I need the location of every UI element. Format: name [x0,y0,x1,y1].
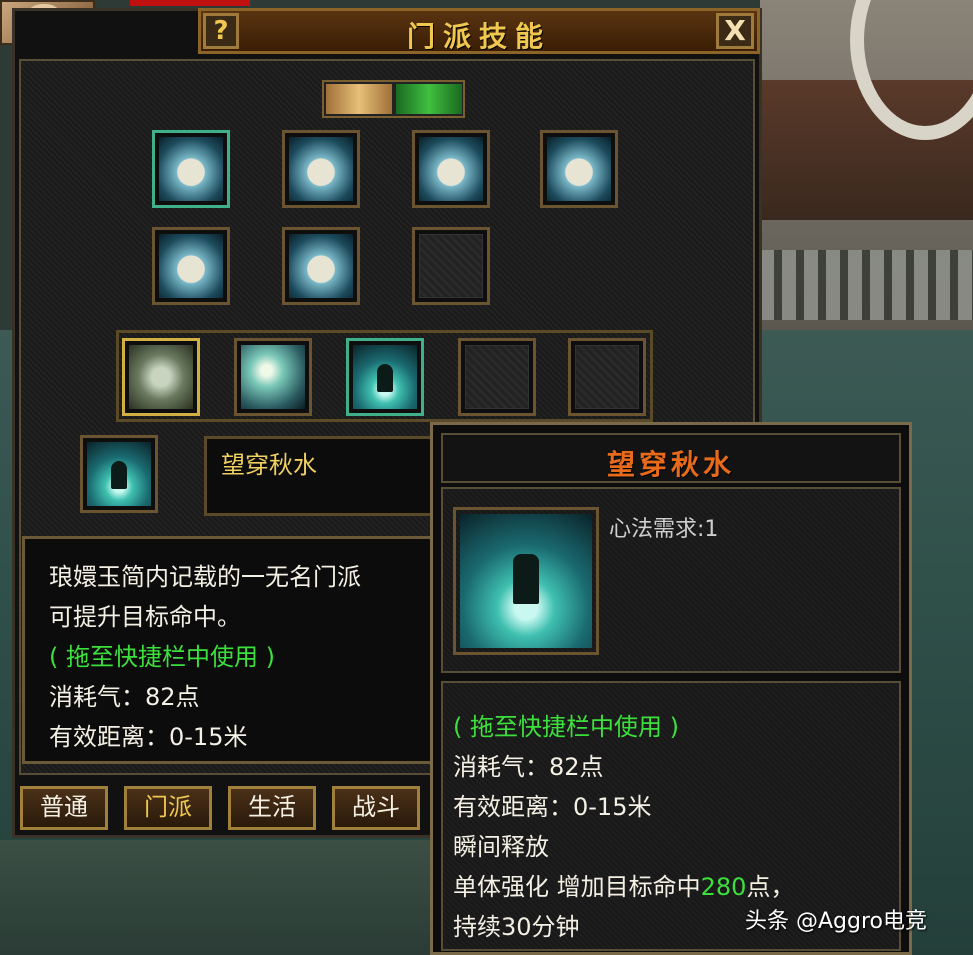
manual-icon [159,234,223,298]
tooltip-effect: 单体强化 增加目标命中280点， [453,867,794,902]
selected-skill-name: 望穿秋水 [221,451,317,479]
help-button[interactable]: ? [203,13,239,49]
book-slot-3[interactable] [412,130,490,208]
selected-skill-icon-slot[interactable] [80,435,158,513]
scroll-book-icon [419,137,483,201]
scripture-icon [289,137,353,201]
empty-slot-icon [419,234,483,298]
close-button[interactable]: X [716,13,754,49]
tooltip-cast: 瞬间释放 [453,833,549,861]
tooltip-range: 有效距离：0-15米 [453,793,652,821]
book-slot-5[interactable] [152,227,230,305]
meditation-skill-icon [87,442,151,506]
skill-slot-3[interactable] [346,338,424,416]
tooltip-header: 望穿秋水 [441,433,901,483]
meditation-skill-icon [460,514,592,648]
window-title: 门派技能 [406,20,551,53]
description-line-1: 琅嬛玉简内记载的一无名门派 [49,563,361,591]
skill-category-toggle[interactable] [322,80,465,118]
skill-slot-empty-1[interactable] [458,338,536,416]
empty-slot-icon [465,345,529,409]
staff-skill-icon [129,345,193,409]
tooltip-effect-prefix: 单体强化 增加目标命中 [453,873,701,901]
stacked-books-icon [289,234,353,298]
tooltip-requirement: 心法需求:1 [609,517,719,542]
open-book-icon [159,137,223,201]
book-slot-6[interactable] [282,227,360,305]
tab-life[interactable]: 生活 [228,786,316,830]
health-bar [130,0,250,6]
tooltip-effect-value: 280 [700,873,747,901]
shore-area [0,840,430,955]
description-cost: 消耗气：82点 [49,683,200,711]
skill-slot-1[interactable] [122,338,200,416]
skill-description-box: 琅嬛玉简内记载的一无名门派 可提升目标命中。 ( 拖至快捷栏中使用 ) 消耗气：… [22,536,442,764]
window-titlebar[interactable]: 门派技能 [198,8,760,54]
empty-slot-icon [575,345,639,409]
skill-tooltip: 望穿秋水 心法需求:1 ( 拖至快捷栏中使用 ) 消耗气：82点 有效距离：0-… [430,422,912,955]
tooltip-skill-icon-frame [453,507,599,655]
watermark-text: 头条 @Aggro电竞 [745,909,927,934]
tab-combat[interactable]: 战斗 [332,786,420,830]
tab-normal[interactable]: 普通 [20,786,108,830]
book-slot-4[interactable] [540,130,618,208]
description-range: 有效距离：0-15米 [49,723,248,751]
description-hint: ( 拖至快捷栏中使用 ) [49,643,275,671]
description-line-2: 可提升目标命中。 [49,603,241,631]
selected-skill-name-box: 望穿秋水 [204,436,444,516]
tooltip-hint: ( 拖至快捷栏中使用 ) [453,713,679,741]
tab-sect[interactable]: 门派 [124,786,212,830]
book-slot-empty[interactable] [412,227,490,305]
meditation-skill-icon [353,345,417,409]
tooltip-effect-suffix: 点， [746,873,795,901]
toggle-option-2[interactable] [396,84,462,114]
tooltip-cost: 消耗气：82点 [453,753,604,781]
tooltip-title: 望穿秋水 [606,448,735,481]
book-slot-2[interactable] [282,130,360,208]
toggle-option-1[interactable] [326,84,392,114]
stone-railing [760,250,973,320]
book-slot-1[interactable] [152,130,230,208]
tooltip-duration: 持续30分钟 [453,913,580,941]
skill-slot-empty-2[interactable] [568,338,646,416]
fan-skill-icon [241,345,305,409]
skill-slot-2[interactable] [234,338,312,416]
scroll-icon [547,137,611,201]
